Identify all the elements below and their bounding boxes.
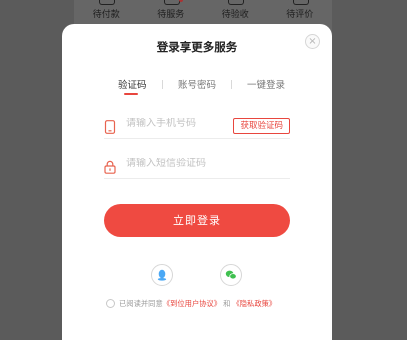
- tab-one-click[interactable]: 一键登录: [247, 77, 285, 91]
- lock-icon: [104, 159, 116, 174]
- bg-tab-pending-inspect: 待验收: [215, 0, 255, 24]
- agreement-and: 和: [223, 299, 231, 308]
- bg-tab-label: 待付款: [92, 10, 120, 20]
- wechat-icon: [225, 270, 237, 280]
- inspect-icon: [228, 0, 245, 5]
- tab-divider: [162, 80, 163, 89]
- tab-label: 验证码: [118, 80, 147, 91]
- review-icon: [292, 0, 309, 5]
- bg-tab-label: 待评价: [286, 10, 314, 20]
- service-icon: [163, 0, 180, 5]
- sms-code-field: [104, 152, 290, 179]
- phone-input[interactable]: [126, 118, 226, 129]
- tab-divider: [231, 80, 232, 89]
- agreement-row: 已阅读并同意《到位用户协议》和《隐私政策》: [106, 299, 326, 309]
- tab-password[interactable]: 账号密码: [178, 77, 216, 91]
- sms-code-input[interactable]: [126, 158, 226, 169]
- tab-sms-code[interactable]: 验证码: [118, 77, 147, 95]
- modal-title: 登录享更多服务: [156, 40, 238, 54]
- bg-tab-pending-payment: 待付款: [86, 0, 126, 24]
- login-method-tabs: 验证码 账号密码 一键登录: [92, 77, 302, 97]
- wallet-icon: [99, 0, 116, 5]
- login-button[interactable]: 立即登录: [104, 204, 290, 237]
- bg-tab-pending-review: 待评价: [280, 0, 320, 24]
- close-button[interactable]: ×: [305, 34, 320, 49]
- agree-checkbox[interactable]: [106, 299, 115, 308]
- agreement-text: 已阅读并同意: [119, 299, 163, 308]
- phone-field: 获取验证码: [104, 112, 290, 139]
- badge-dot: [178, 0, 183, 2]
- login-modal: 登录享更多服务 × 验证码 账号密码 一键登录 获取验证码: [62, 24, 332, 340]
- tab-label: 账号密码: [178, 80, 217, 91]
- user-agreement-link[interactable]: 《到位用户协议》: [163, 299, 221, 308]
- phone-icon: [104, 119, 116, 134]
- background-order-tabs: 待付款 待服务 待验收 待评价: [74, 0, 332, 24]
- wechat-login-button[interactable]: [220, 264, 242, 286]
- get-code-button[interactable]: 获取验证码: [233, 118, 290, 134]
- bg-tab-label: 待服务: [157, 10, 185, 20]
- bg-tab-pending-service: 待服务: [151, 0, 191, 24]
- bg-tab-label: 待验收: [221, 10, 249, 20]
- active-tab-indicator: [124, 93, 138, 95]
- qq-icon: [157, 269, 167, 281]
- privacy-policy-link[interactable]: 《隐私政策》: [232, 299, 276, 308]
- tab-label: 一键登录: [247, 80, 286, 91]
- close-icon: ×: [308, 36, 317, 47]
- qq-login-button[interactable]: [151, 264, 173, 286]
